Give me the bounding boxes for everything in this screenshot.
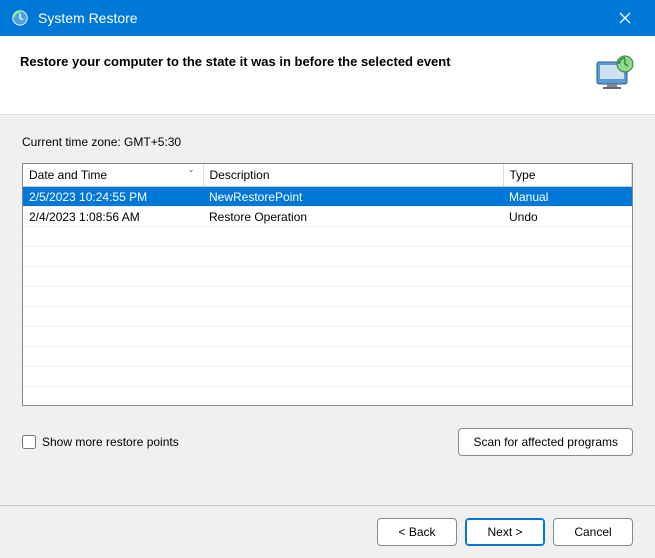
sort-indicator-icon: ⌄ [188,165,195,174]
table-row-empty [23,387,632,407]
back-button[interactable]: < Back [377,518,457,546]
cancel-button[interactable]: Cancel [553,518,633,546]
scan-affected-button[interactable]: Scan for affected programs [458,428,633,456]
content-area: Current time zone: GMT+5:30 Date and Tim… [0,115,655,474]
close-icon[interactable] [605,0,645,36]
table-cell-description: NewRestorePoint [203,187,503,207]
header-area: Restore your computer to the state it wa… [0,36,655,115]
column-header-type[interactable]: Type [503,164,632,187]
table-row-empty [23,227,632,247]
table-cell-description: Restore Operation [203,207,503,227]
column-header-description[interactable]: Description [203,164,503,187]
restore-monitor-icon [593,54,635,92]
window-title: System Restore [38,10,605,26]
restore-points-table[interactable]: Date and Time ⌄ Description Type 2/5/202… [22,163,633,406]
table-row-empty [23,307,632,327]
table-cell-datetime: 2/4/2023 1:08:56 AM [23,207,203,227]
system-restore-icon [10,8,30,28]
timezone-label: Current time zone: GMT+5:30 [22,135,633,149]
table-row-empty [23,367,632,387]
table-row-empty [23,247,632,267]
table-row[interactable]: 2/5/2023 10:24:55 PMNewRestorePointManua… [23,187,632,207]
table-cell-type: Undo [503,207,632,227]
column-header-datetime[interactable]: Date and Time ⌄ [23,164,203,187]
table-row-empty [23,347,632,367]
below-table-row: Show more restore points Scan for affect… [22,428,633,456]
table-row-empty [23,327,632,347]
table-row-empty [23,267,632,287]
table-row[interactable]: 2/4/2023 1:08:56 AMRestore OperationUndo [23,207,632,227]
table-cell-datetime: 2/5/2023 10:24:55 PM [23,187,203,207]
show-more-checkbox-wrap[interactable]: Show more restore points [22,435,179,449]
next-button[interactable]: Next > [465,518,545,546]
titlebar: System Restore [0,0,655,36]
show-more-checkbox[interactable] [22,435,36,449]
table-row-empty [23,287,632,307]
table-cell-type: Manual [503,187,632,207]
page-instruction: Restore your computer to the state it wa… [20,54,451,69]
table-header-row: Date and Time ⌄ Description Type [23,164,632,187]
show-more-label: Show more restore points [42,435,179,449]
footer-buttons: < Back Next > Cancel [0,505,655,558]
column-header-label: Date and Time [29,168,107,182]
